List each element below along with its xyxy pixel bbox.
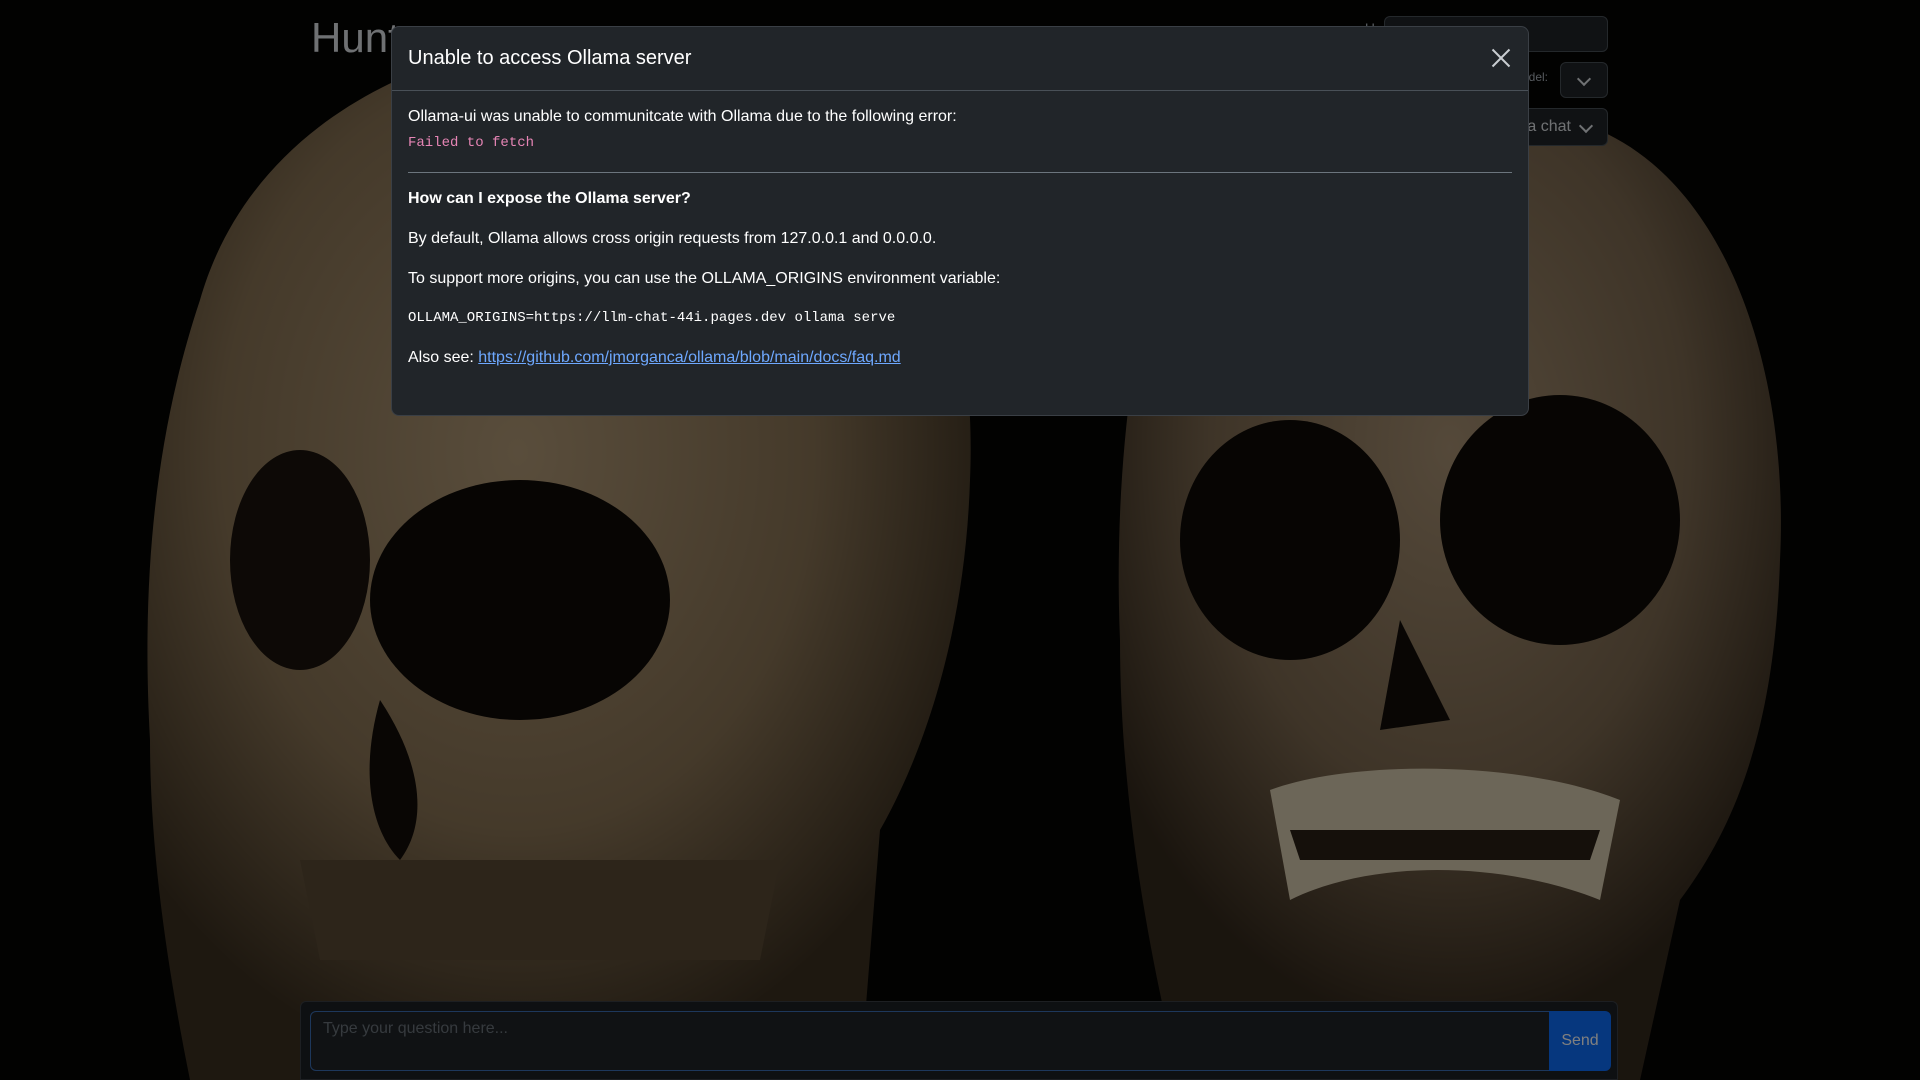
also-see-label: Also see: (408, 349, 479, 366)
modal-header: Unable to access Ollama server (392, 27, 1528, 91)
error-intro: Ollama-ui was unable to communitcate wit… (408, 108, 957, 125)
faq-paragraph-origins: To support more origins, you can use the… (408, 270, 1001, 287)
also-see: Also see: https://github.com/jmorganca/o… (408, 349, 1512, 373)
faq-heading: How can I expose the Ollama server? (408, 190, 691, 207)
faq-link[interactable]: https://github.com/jmorganca/ollama/blob… (478, 349, 900, 366)
modal-body: Ollama-ui was unable to communitcate wit… (392, 91, 1528, 373)
error-code: Failed to fetch (408, 135, 535, 151)
modal-title: Unable to access Ollama server (408, 47, 692, 69)
error-modal: Unable to access Ollama server Ollama-ui… (391, 26, 1529, 416)
close-icon[interactable] (1488, 45, 1514, 71)
faq-paragraph-default: By default, Ollama allows cross origin r… (408, 230, 937, 247)
origins-command: OLLAMA_ORIGINS=https://llm-chat-44i.page… (408, 310, 896, 326)
divider (408, 172, 1512, 173)
